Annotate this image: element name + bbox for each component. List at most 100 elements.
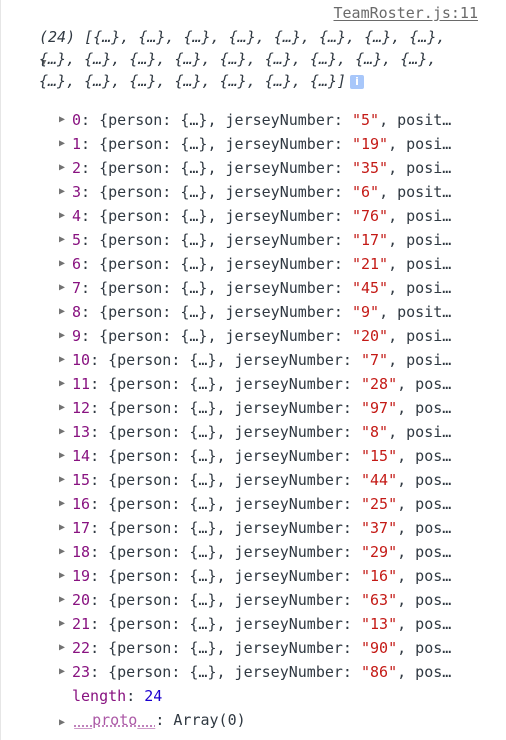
array-entry-row[interactable]: ▶ 19: {person: {…}, jerseyNumber: "16", p… (59, 564, 491, 588)
entry-text: 21: {person: {…}, jerseyNumber: "13", po… (72, 612, 491, 636)
entry-tail: , posi… (388, 279, 452, 297)
entry-preview: : {person: {…}, jerseyNumber: (90, 615, 361, 633)
array-entry-row[interactable]: ▶ 13: {person: {…}, jerseyNumber: "8", po… (59, 420, 491, 444)
array-entry-row[interactable]: ▶ 10: {person: {…}, jerseyNumber: "7", po… (59, 348, 491, 372)
collapsed-arrow-icon[interactable]: ▶ (59, 348, 65, 372)
array-entry-row[interactable]: ▶ 15: {person: {…}, jerseyNumber: "44", p… (59, 468, 491, 492)
array-entry-row[interactable]: ▶ 7: {person: {…}, jerseyNumber: "45", po… (59, 276, 491, 300)
entry-text: 14: {person: {…}, jerseyNumber: "15", po… (72, 444, 491, 468)
array-summary[interactable]: (24) [{…}, {…}, {…}, {…}, {…}, {…}, {…},… (39, 26, 479, 92)
collapsed-arrow-icon[interactable]: ▶ (59, 180, 65, 204)
array-entry-row[interactable]: ▶ 23: {person: {…}, jerseyNumber: "86", p… (59, 660, 491, 684)
entry-preview: : {person: {…}, jerseyNumber: (81, 327, 352, 345)
array-entry-row[interactable]: ▶ 12: {person: {…}, jerseyNumber: "97", p… (59, 396, 491, 420)
entry-tail: , posi… (388, 207, 452, 225)
jersey-number-value: "45" (351, 279, 389, 297)
entry-tail: , posi… (388, 351, 452, 369)
jersey-number-value: "97" (361, 399, 398, 417)
entry-index: 5 (72, 231, 82, 249)
entry-text: 5: {person: {…}, jerseyNumber: "17", pos… (72, 228, 491, 252)
entry-preview: : {person: {…}, jerseyNumber: (90, 519, 361, 537)
entry-text: 6: {person: {…}, jerseyNumber: "21", pos… (72, 252, 491, 276)
array-entry-row[interactable]: ▶ 2: {person: {…}, jerseyNumber: "35", po… (59, 156, 491, 180)
array-entry-row[interactable]: ▶ 3: {person: {…}, jerseyNumber: "6", pos… (59, 180, 491, 204)
collapsed-arrow-icon[interactable]: ▶ (59, 372, 65, 396)
array-entry-row[interactable]: ▶ 1: {person: {…}, jerseyNumber: "19", po… (59, 132, 491, 156)
entry-text: 16: {person: {…}, jerseyNumber: "25", po… (72, 492, 491, 516)
entry-preview: : {person: {…}, jerseyNumber: (90, 447, 361, 465)
entry-tail: , pos… (397, 495, 452, 513)
jersey-number-value: "7" (361, 351, 389, 369)
collapsed-arrow-icon[interactable]: ▶ (59, 156, 65, 180)
jersey-number-value: "44" (361, 471, 398, 489)
collapsed-arrow-icon[interactable]: ▶ (59, 252, 65, 276)
jersey-number-value: "6" (351, 183, 380, 201)
entry-preview: : {person: {…}, jerseyNumber: (90, 591, 361, 609)
entry-index: 19 (72, 567, 91, 585)
collapsed-arrow-icon[interactable]: ▶ (59, 396, 65, 420)
entry-tail: , posi… (388, 327, 452, 345)
array-entry-row[interactable]: ▶ 9: {person: {…}, jerseyNumber: "20", po… (59, 324, 491, 348)
collapsed-arrow-icon[interactable]: ▶ (59, 492, 65, 516)
info-icon[interactable]: i (350, 75, 365, 89)
entry-index: 8 (72, 303, 82, 321)
entry-preview: : {person: {…}, jerseyNumber: (81, 231, 352, 249)
collapsed-arrow-icon[interactable]: ▶ (59, 108, 65, 132)
array-entry-row[interactable]: ▶ 14: {person: {…}, jerseyNumber: "15", p… (59, 444, 491, 468)
entry-tail: , posi… (388, 231, 452, 249)
entry-preview: : {person: {…}, jerseyNumber: (90, 543, 361, 561)
jersey-number-value: "5" (351, 111, 380, 129)
entry-index: 7 (72, 279, 82, 297)
collapsed-arrow-icon[interactable]: ▶ (59, 516, 65, 540)
collapsed-arrow-icon[interactable]: ▶ (59, 636, 65, 660)
entry-preview: : {person: {…}, jerseyNumber: (90, 639, 361, 657)
collapsed-arrow-icon[interactable]: ▶ (59, 204, 65, 228)
collapsed-arrow-icon[interactable]: ▶ (59, 660, 65, 684)
jersey-number-value: "35" (351, 159, 389, 177)
array-entry-row[interactable]: ▶ 22: {person: {…}, jerseyNumber: "90", p… (59, 636, 491, 660)
jersey-number-value: "86" (361, 663, 398, 681)
jersey-number-value: "16" (361, 567, 398, 585)
collapsed-arrow-icon[interactable]: ▶ (59, 420, 65, 444)
proto-property[interactable]: ▶ __proto__: Array(0) (59, 708, 246, 735)
array-entry-row[interactable]: ▶ 4: {person: {…}, jerseyNumber: "76", po… (59, 204, 491, 228)
entry-text: 7: {person: {…}, jerseyNumber: "45", pos… (72, 276, 491, 300)
entry-index: 13 (72, 423, 91, 441)
collapsed-arrow-icon[interactable]: ▶ (59, 540, 65, 564)
collapsed-arrow-icon[interactable]: ▶ (59, 228, 65, 252)
entry-index: 12 (72, 399, 91, 417)
array-entry-row[interactable]: ▶ 0: {person: {…}, jerseyNumber: "5", pos… (59, 108, 491, 132)
length-value: 24 (144, 687, 163, 705)
collapsed-arrow-icon[interactable]: ▶ (59, 300, 65, 324)
array-entry-row[interactable]: ▶ 21: {person: {…}, jerseyNumber: "13", p… (59, 612, 491, 636)
source-link[interactable]: TeamRoster.js:11 (334, 4, 479, 22)
collapsed-arrow-icon[interactable]: ▶ (59, 717, 65, 728)
entry-preview: : {person: {…}, jerseyNumber: (81, 255, 352, 273)
jersey-number-value: "21" (351, 255, 389, 273)
entry-index: 20 (72, 591, 91, 609)
array-entry-row[interactable]: ▶ 8: {person: {…}, jerseyNumber: "9", pos… (59, 300, 491, 324)
collapsed-arrow-icon[interactable]: ▶ (59, 444, 65, 468)
proto-value: Array(0) (173, 711, 246, 729)
collapsed-arrow-icon[interactable]: ▶ (59, 612, 65, 636)
entry-tail: , posi… (388, 159, 452, 177)
entry-tail: , pos… (397, 663, 452, 681)
collapsed-arrow-icon[interactable]: ▶ (59, 564, 65, 588)
collapsed-arrow-icon[interactable]: ▶ (59, 468, 65, 492)
collapsed-arrow-icon[interactable]: ▶ (59, 324, 65, 348)
array-entry-row[interactable]: ▶ 20: {person: {…}, jerseyNumber: "63", p… (59, 588, 491, 612)
array-entry-row[interactable]: ▶ 17: {person: {…}, jerseyNumber: "37", p… (59, 516, 491, 540)
collapsed-arrow-icon[interactable]: ▶ (59, 132, 65, 156)
array-entry-row[interactable]: ▶ 18: {person: {…}, jerseyNumber: "29", p… (59, 540, 491, 564)
array-entry-row[interactable]: ▶ 16: {person: {…}, jerseyNumber: "25", p… (59, 492, 491, 516)
array-entry-row[interactable]: ▶ 5: {person: {…}, jerseyNumber: "17", po… (59, 228, 491, 252)
collapsed-arrow-icon[interactable]: ▶ (59, 588, 65, 612)
collapsed-arrow-icon[interactable]: ▶ (59, 276, 65, 300)
array-entry-row[interactable]: ▶ 6: {person: {…}, jerseyNumber: "21", po… (59, 252, 491, 276)
entry-text: 23: {person: {…}, jerseyNumber: "86", po… (72, 660, 491, 684)
entry-index: 22 (72, 639, 91, 657)
array-entry-row[interactable]: ▶ 11: {person: {…}, jerseyNumber: "28", p… (59, 372, 491, 396)
length-label: length (72, 687, 127, 705)
jersey-number-value: "25" (361, 495, 398, 513)
entry-tail: , pos… (397, 471, 452, 489)
